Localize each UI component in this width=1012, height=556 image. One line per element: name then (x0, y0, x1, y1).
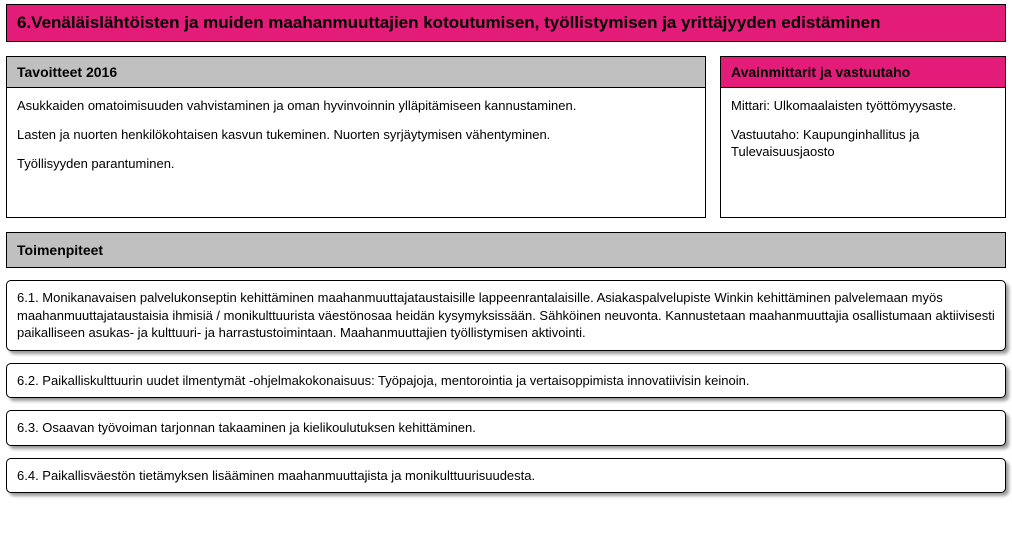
metric-item: Vastuutaho: Kaupunginhallitus ja Tulevai… (731, 127, 995, 161)
action-item: 6.2. Paikalliskulttuurin uudet ilmentymä… (6, 363, 1006, 399)
metric-item: Mittari: Ulkomaalaisten työttömyysaste. (731, 98, 995, 115)
goal-item: Asukkaiden omatoimisuuden vahvistaminen … (17, 98, 695, 115)
goals-header: Tavoitteet 2016 (6, 56, 706, 88)
actions-header: Toimenpiteet (6, 232, 1006, 268)
action-item: 6.1. Monikanavaisen palvelukonseptin keh… (6, 280, 1006, 351)
metrics-column: Avainmittarit ja vastuutaho Mittari: Ulk… (720, 56, 1006, 218)
action-item: 6.3. Osaavan työvoiman tarjonnan takaami… (6, 410, 1006, 446)
metrics-header: Avainmittarit ja vastuutaho (720, 56, 1006, 88)
goal-item: Lasten ja nuorten henkilökohtaisen kasvu… (17, 127, 695, 144)
goals-column: Tavoitteet 2016 Asukkaiden omatoimisuude… (6, 56, 706, 218)
metrics-content: Mittari: Ulkomaalaisten työttömyysaste. … (720, 88, 1006, 218)
goals-content: Asukkaiden omatoimisuuden vahvistaminen … (6, 88, 706, 218)
top-row: Tavoitteet 2016 Asukkaiden omatoimisuude… (6, 56, 1006, 218)
main-title: 6.Venäläislähtöisten ja muiden maahanmuu… (6, 4, 1006, 42)
action-item: 6.4. Paikallisväestön tietämyksen lisääm… (6, 458, 1006, 494)
goal-item: Työllisyyden parantuminen. (17, 156, 695, 173)
